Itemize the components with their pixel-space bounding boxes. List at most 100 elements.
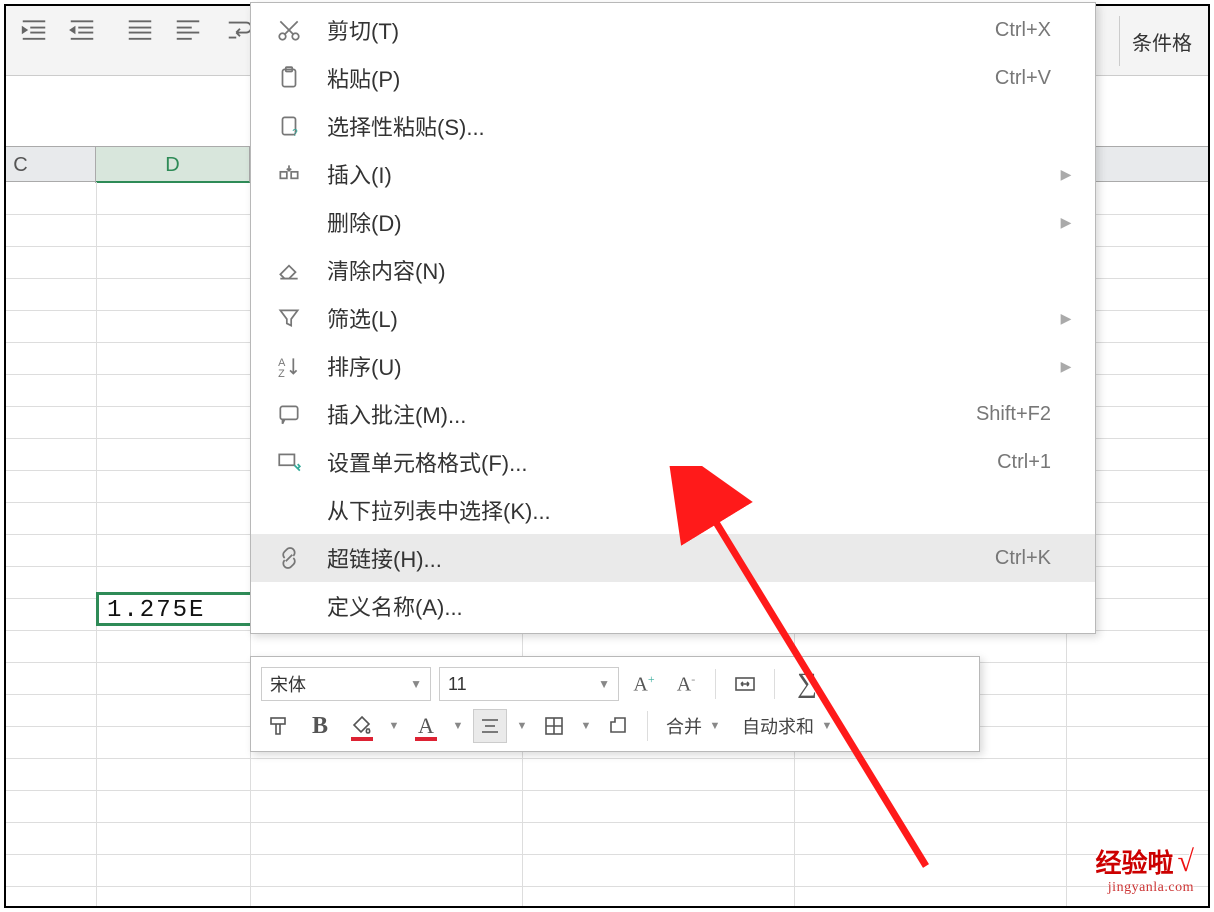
ctx-sort[interactable]: AZ 排序(U) ▶ bbox=[251, 342, 1095, 390]
ctx-sort-label: 排序(U) bbox=[311, 350, 1051, 382]
selected-cell-value: 1.275E bbox=[107, 597, 205, 624]
app-frame: 条件格 C D 1.275E bbox=[4, 4, 1210, 908]
filter-icon bbox=[267, 305, 311, 331]
conditional-format-button[interactable]: 条件格 bbox=[1119, 16, 1204, 66]
context-menu: 剪切(T) Ctrl+X 粘贴(P) Ctrl+V ? 选择性粘贴(S)... … bbox=[250, 2, 1096, 634]
increase-font-icon: A+ bbox=[633, 672, 654, 697]
increase-font-button[interactable]: A+ bbox=[627, 667, 661, 701]
ctx-insert[interactable]: 插入(I) ▶ bbox=[251, 150, 1095, 198]
font-color-icon: A bbox=[418, 713, 434, 739]
ctx-paste-label: 粘贴(P) bbox=[311, 62, 995, 94]
bold-icon: B bbox=[312, 713, 328, 740]
font-size-select[interactable]: 11 ▼ bbox=[439, 667, 619, 701]
ctx-hyperlink[interactable]: 超链接(H)... Ctrl+K bbox=[251, 534, 1095, 582]
paste-special-icon: ? bbox=[267, 113, 311, 139]
ctx-paste[interactable]: 粘贴(P) Ctrl+V bbox=[251, 54, 1095, 102]
chevron-down-icon: ▼ bbox=[400, 677, 422, 691]
font-name-value: 宋体 bbox=[270, 671, 306, 697]
ctx-insert-label: 插入(I) bbox=[311, 158, 1051, 190]
align-center-icon bbox=[478, 714, 502, 738]
chevron-down-icon: ▼ bbox=[820, 720, 834, 732]
mini-toolbar: 宋体 ▼ 11 ▼ A+ A- ∑ bbox=[250, 656, 980, 752]
ctx-paste-special[interactable]: ? 选择性粘贴(S)... bbox=[251, 102, 1095, 150]
ctx-clear[interactable]: 清除内容(N) bbox=[251, 246, 1095, 294]
autosum-icon-button[interactable]: ∑ bbox=[787, 667, 827, 701]
conditional-format-label: 条件格 bbox=[1132, 27, 1192, 56]
sigma-icon: ∑ bbox=[797, 668, 817, 700]
font-name-select[interactable]: 宋体 ▼ bbox=[261, 667, 431, 701]
submenu-arrow-icon: ▶ bbox=[1059, 358, 1073, 375]
ctx-paste-special-label: 选择性粘贴(S)... bbox=[311, 110, 1051, 142]
svg-text:?: ? bbox=[292, 128, 298, 139]
ctx-clear-label: 清除内容(N) bbox=[311, 254, 1051, 286]
ctx-cut-label: 剪切(T) bbox=[311, 14, 995, 46]
font-color-dropdown[interactable]: ▼ bbox=[451, 720, 465, 732]
ctx-filter-label: 筛选(L) bbox=[311, 302, 1051, 334]
decrease-indent-icon[interactable] bbox=[16, 12, 52, 48]
autosum-button[interactable]: 自动求和 ▼ bbox=[736, 709, 840, 743]
ctx-insert-comment-shortcut: Shift+F2 bbox=[976, 403, 1051, 426]
svg-text:Z: Z bbox=[278, 368, 285, 379]
format-painter-icon bbox=[266, 714, 290, 738]
fill-color-button[interactable] bbox=[345, 709, 379, 743]
submenu-arrow-icon: ▶ bbox=[1059, 214, 1073, 231]
ctx-delete[interactable]: 删除(D) ▶ bbox=[251, 198, 1095, 246]
chevron-down-icon: ▼ bbox=[588, 677, 610, 691]
align-left-icon[interactable] bbox=[170, 12, 206, 48]
link-icon bbox=[267, 545, 311, 571]
fill-color-dropdown[interactable]: ▼ bbox=[387, 720, 401, 732]
decrease-font-button[interactable]: A- bbox=[669, 667, 703, 701]
merge-button[interactable]: 合并 ▼ bbox=[660, 709, 728, 743]
submenu-arrow-icon: ▶ bbox=[1059, 166, 1073, 183]
paste-icon bbox=[267, 65, 311, 91]
paint-bucket-icon bbox=[350, 714, 374, 738]
merge-icon-button[interactable] bbox=[728, 667, 762, 701]
ctx-cut-shortcut: Ctrl+X bbox=[995, 19, 1051, 42]
sort-icon: AZ bbox=[267, 353, 311, 379]
ctx-pick-from-list-label: 从下拉列表中选择(K)... bbox=[311, 494, 1051, 526]
autosum-label: 自动求和 bbox=[742, 713, 814, 739]
align-justify-icon[interactable] bbox=[122, 12, 158, 48]
chevron-down-icon: ▼ bbox=[708, 720, 722, 732]
column-header-c[interactable]: C bbox=[0, 147, 96, 183]
borders-dropdown[interactable]: ▼ bbox=[579, 720, 593, 732]
comment-icon bbox=[267, 401, 311, 427]
format-cells-icon bbox=[267, 449, 311, 475]
submenu-arrow-icon: ▶ bbox=[1059, 310, 1073, 327]
insert-shape-button[interactable] bbox=[601, 709, 635, 743]
ctx-insert-comment[interactable]: 插入批注(M)... Shift+F2 bbox=[251, 390, 1095, 438]
watermark-url: jingyanla.com bbox=[1096, 880, 1194, 896]
merge-cells-icon bbox=[733, 672, 757, 696]
ctx-filter[interactable]: 筛选(L) ▶ bbox=[251, 294, 1095, 342]
borders-icon bbox=[542, 714, 566, 738]
checkmark-icon: √ bbox=[1178, 845, 1194, 879]
decrease-font-icon: A- bbox=[677, 672, 695, 697]
align-button[interactable] bbox=[473, 709, 507, 743]
ctx-define-name-label: 定义名称(A)... bbox=[311, 590, 1051, 622]
ctx-insert-comment-label: 插入批注(M)... bbox=[311, 398, 976, 430]
ctx-cut[interactable]: 剪切(T) Ctrl+X bbox=[251, 6, 1095, 54]
format-painter-button[interactable] bbox=[261, 709, 295, 743]
ctx-define-name[interactable]: 定义名称(A)... bbox=[251, 582, 1095, 630]
ctx-format-cells-shortcut: Ctrl+1 bbox=[997, 451, 1051, 474]
ctx-paste-shortcut: Ctrl+V bbox=[995, 67, 1051, 90]
bold-button[interactable]: B bbox=[303, 709, 337, 743]
ctx-hyperlink-label: 超链接(H)... bbox=[311, 542, 995, 574]
eraser-icon bbox=[267, 257, 311, 283]
borders-button[interactable] bbox=[537, 709, 571, 743]
shape-icon bbox=[606, 714, 630, 738]
ctx-hyperlink-shortcut: Ctrl+K bbox=[995, 547, 1051, 570]
watermark-title: 经验啦 bbox=[1096, 843, 1174, 880]
merge-label: 合并 bbox=[666, 713, 702, 739]
ctx-format-cells-label: 设置单元格格式(F)... bbox=[311, 446, 997, 478]
insert-icon bbox=[267, 161, 311, 187]
cut-icon bbox=[267, 17, 311, 43]
align-dropdown[interactable]: ▼ bbox=[515, 720, 529, 732]
increase-indent-icon[interactable] bbox=[64, 12, 100, 48]
ctx-format-cells[interactable]: 设置单元格格式(F)... Ctrl+1 bbox=[251, 438, 1095, 486]
column-header-d[interactable]: D bbox=[96, 147, 250, 183]
font-color-button[interactable]: A bbox=[409, 709, 443, 743]
ctx-pick-from-list[interactable]: 从下拉列表中选择(K)... bbox=[251, 486, 1095, 534]
font-size-value: 11 bbox=[448, 674, 467, 695]
watermark: 经验啦 √ jingyanla.com bbox=[1096, 843, 1194, 896]
